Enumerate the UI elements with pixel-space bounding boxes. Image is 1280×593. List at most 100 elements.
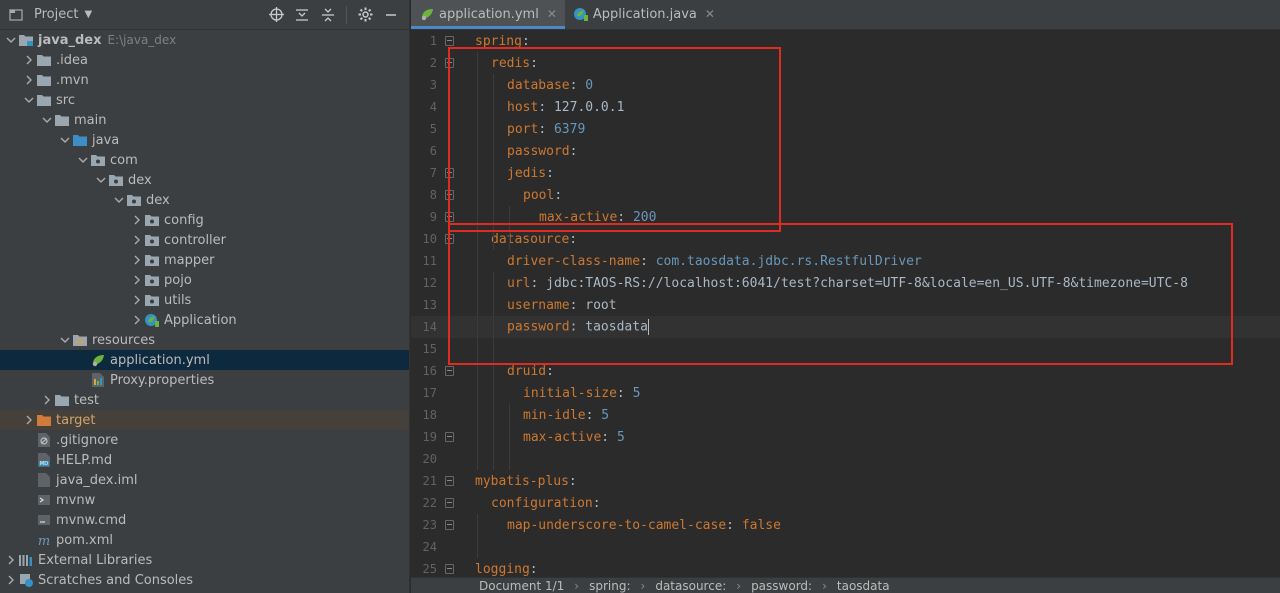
editor-tab[interactable]: application.yml ✕ [411, 0, 565, 29]
fold-marker-icon[interactable] [445, 36, 454, 46]
line-number: 14 [422, 320, 437, 334]
code-text: initial-size: 5 [475, 386, 640, 401]
tree-item[interactable]: m pom.xml [0, 530, 409, 550]
chevron-right-icon[interactable] [130, 210, 144, 230]
chevron-right-icon[interactable] [40, 390, 54, 410]
tree-item[interactable]: mvnw.cmd [0, 510, 409, 530]
tree-item[interactable]: External Libraries [0, 550, 409, 570]
tree-item[interactable]: com [0, 150, 409, 170]
tree-item[interactable]: pojo [0, 270, 409, 290]
chevron-right-icon[interactable] [130, 250, 144, 270]
locate-file-icon[interactable] [264, 4, 288, 26]
chevron-right-icon[interactable] [130, 310, 144, 330]
tree-item[interactable]: java [0, 130, 409, 150]
chevron-right-icon[interactable] [22, 50, 36, 70]
chevron-down-icon[interactable] [112, 190, 126, 210]
expand-all-icon[interactable] [290, 4, 314, 26]
line-number: 12 [422, 276, 437, 290]
fold-marker-icon[interactable] [445, 498, 454, 508]
tree-item-label: .mvn [56, 72, 89, 88]
line-number: 24 [422, 540, 437, 554]
breadcrumb-item[interactable]: taosdata [837, 579, 890, 593]
tree-item[interactable]: config [0, 210, 409, 230]
code-line[interactable]: 21 mybatis-plus: [411, 470, 1280, 492]
project-panel-title[interactable]: Project [34, 7, 78, 22]
code-line[interactable]: 17 initial-size: 5 [411, 382, 1280, 404]
fold-marker-icon[interactable] [445, 564, 454, 574]
tree-item[interactable]: target [0, 410, 409, 430]
tree-item[interactable]: src [0, 90, 409, 110]
tree-item[interactable]: application.yml [0, 350, 409, 370]
fold-marker-icon[interactable] [445, 476, 454, 486]
tree-item[interactable]: .idea [0, 50, 409, 70]
code-line[interactable]: 20 [411, 448, 1280, 470]
yaml-separator: : [529, 561, 538, 577]
tree-item[interactable]: java_dex.iml [0, 470, 409, 490]
chevron-right-icon[interactable] [4, 550, 18, 570]
chevron-down-icon[interactable]: ▼ [84, 9, 92, 20]
chevron-down-icon[interactable] [58, 130, 72, 150]
gear-icon[interactable] [353, 4, 377, 26]
chevron-right-icon[interactable] [22, 70, 36, 90]
collapse-all-icon[interactable] [316, 4, 340, 26]
project-tree: java_dex E:\java_dex .idea .mvn src main java c… [0, 30, 409, 590]
fold-marker-icon[interactable] [445, 520, 454, 530]
chevron-right-icon[interactable] [130, 290, 144, 310]
chevron-right-icon[interactable] [130, 270, 144, 290]
chevron-down-icon[interactable] [4, 30, 18, 50]
project-view-icon [8, 7, 24, 23]
chevron-down-icon[interactable] [22, 90, 36, 110]
breadcrumb-item[interactable]: spring: [589, 579, 630, 593]
chevron-right-icon[interactable] [130, 230, 144, 250]
code-text: max-active: 5 [475, 430, 625, 445]
tree-item-label: application.yml [110, 352, 210, 368]
tree-item[interactable]: dex [0, 170, 409, 190]
tree-item[interactable]: controller [0, 230, 409, 250]
chevron-down-icon[interactable] [58, 330, 72, 350]
breadcrumb-item[interactable]: Document 1/1 [479, 579, 564, 593]
minimize-icon[interactable] [379, 4, 403, 26]
editor-tab[interactable]: Application.java ✕ [565, 0, 723, 29]
tree-item[interactable]: .gitignore [0, 430, 409, 450]
tree-item-label: mapper [164, 252, 215, 268]
chevron-right-icon[interactable] [22, 410, 36, 430]
line-number: 17 [422, 386, 437, 400]
code-text: configuration: [475, 496, 601, 511]
chevron-down-icon[interactable] [94, 170, 108, 190]
code-line[interactable]: 19 max-active: 5 [411, 426, 1280, 448]
close-icon[interactable]: ✕ [547, 7, 557, 21]
tree-item[interactable]: test [0, 390, 409, 410]
fold-marker-icon[interactable] [445, 432, 454, 442]
tree-item[interactable]: dex [0, 190, 409, 210]
tree-item-label: pom.xml [56, 532, 113, 548]
code-line[interactable]: 23 map-underscore-to-camel-case: false [411, 514, 1280, 536]
tree-item[interactable]: java_dex E:\java_dex [0, 30, 409, 50]
tree-item[interactable]: .mvn [0, 70, 409, 90]
code-line[interactable]: 24 [411, 536, 1280, 558]
tree-item[interactable]: Application [0, 310, 409, 330]
tree-item[interactable]: Scratches and Consoles [0, 570, 409, 590]
line-number: 19 [422, 430, 437, 444]
tree-item[interactable]: MD HELP.md [0, 450, 409, 470]
chevron-down-icon[interactable] [76, 150, 90, 170]
tree-item[interactable]: Proxy.properties [0, 370, 409, 390]
tree-item[interactable]: mapper [0, 250, 409, 270]
tree-item[interactable]: utils [0, 290, 409, 310]
tree-item[interactable]: main [0, 110, 409, 130]
chevron-down-icon[interactable] [40, 110, 54, 130]
breadcrumb-item[interactable]: password: [751, 579, 812, 593]
tree-item[interactable]: mvnw [0, 490, 409, 510]
tree-item[interactable]: resources [0, 330, 409, 350]
breadcrumb-item[interactable]: datasource: [655, 579, 726, 593]
code-line[interactable]: 18 min-idle: 5 [411, 404, 1280, 426]
close-icon[interactable]: ✕ [705, 7, 715, 21]
chevron-right-icon: › [574, 578, 580, 593]
chevron-right-icon[interactable] [4, 570, 18, 590]
package-icon [144, 252, 160, 268]
fold-marker-icon[interactable] [445, 366, 454, 376]
code-line[interactable]: 25 logging: [411, 558, 1280, 577]
tree-item-label: src [56, 92, 75, 108]
code-line[interactable]: 22 configuration: [411, 492, 1280, 514]
tree-item-label: .idea [56, 52, 88, 68]
